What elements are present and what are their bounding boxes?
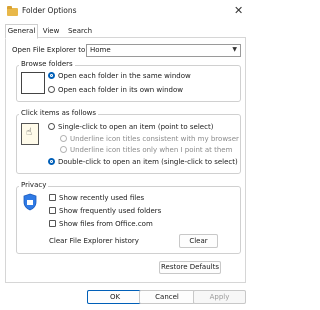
underline-point-label: Underline icon titles only when I point … [70, 146, 233, 154]
window-preview-icon [21, 72, 45, 94]
radio-same-window[interactable] [48, 72, 55, 79]
restore-defaults-button[interactable]: Restore Defaults [159, 261, 221, 274]
chevron-down-icon: ▼ [232, 46, 237, 53]
option-same-window-label: Open each folder in the same window [58, 72, 191, 80]
office-files-label: Show files from Office.com [59, 220, 153, 228]
check-recent-files[interactable] [49, 194, 56, 201]
radio-double-click[interactable] [48, 158, 55, 165]
ok-button[interactable]: OK [87, 290, 143, 304]
check-office-files[interactable] [49, 220, 56, 227]
double-click-label: Double-click to open an item (single-cli… [58, 158, 238, 166]
radio-underline-consistent [60, 135, 67, 142]
clear-history-label: Clear File Explorer history [49, 237, 139, 245]
pointer-hand-icon: ☝ [26, 127, 33, 138]
browse-folders-title: Browse folders [19, 60, 75, 68]
apply-button[interactable]: Apply [193, 290, 246, 304]
browse-folders-group [16, 65, 241, 102]
radio-underline-point [60, 146, 67, 153]
privacy-title: Privacy [19, 181, 49, 189]
clear-button[interactable]: Clear [179, 234, 218, 248]
privacy-shield-icon [22, 193, 38, 211]
click-items-title: Click items as follows [19, 109, 99, 117]
folder-icon [7, 6, 18, 16]
radio-own-window[interactable] [48, 86, 55, 93]
underline-consistent-label: Underline icon titles consistent with my… [70, 135, 239, 143]
open-explorer-value: Home [90, 46, 111, 54]
check-frequent-folders[interactable] [49, 207, 56, 214]
close-icon[interactable]: ✕ [234, 4, 243, 17]
recent-files-label: Show recently used files [59, 194, 145, 202]
window-title: Folder Options [22, 6, 77, 15]
open-explorer-select[interactable]: Home ▼ [86, 44, 241, 57]
frequent-folders-label: Show frequently used folders [59, 207, 162, 215]
radio-single-click[interactable] [48, 123, 55, 130]
tab-general[interactable]: General [5, 24, 38, 39]
cancel-button[interactable]: Cancel [139, 290, 195, 304]
option-own-window-label: Open each folder in its own window [58, 86, 183, 94]
single-click-label: Single-click to open an item (point to s… [58, 123, 214, 131]
open-explorer-label: Open File Explorer to: [12, 46, 88, 54]
click-cursor-icon: ☝ [21, 123, 39, 145]
